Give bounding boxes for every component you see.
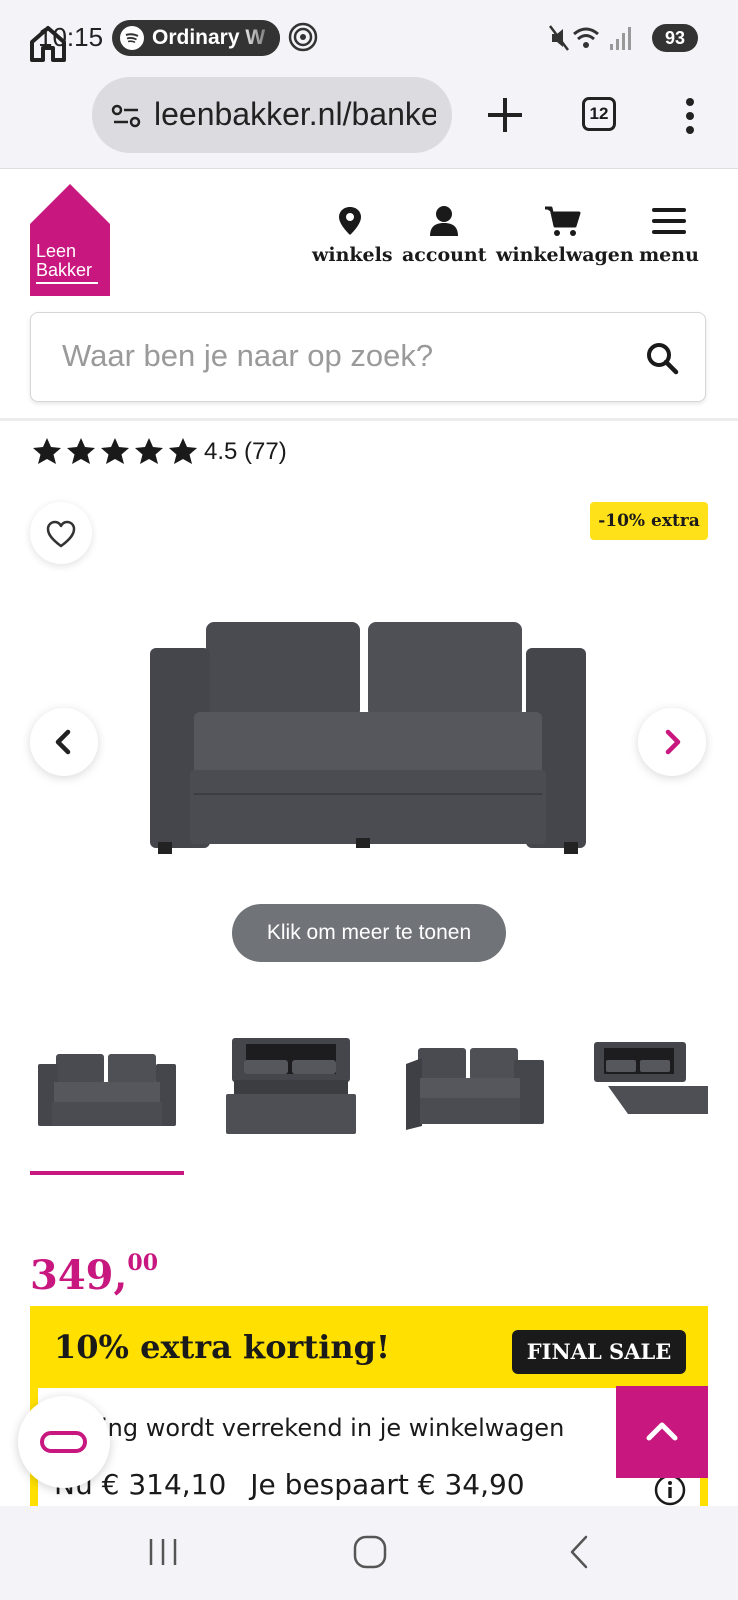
signal-icon (610, 27, 631, 50)
product-price: 349,00 (30, 1250, 159, 1299)
header-divider (0, 418, 738, 421)
recent-apps-icon[interactable] (146, 1536, 180, 1568)
gallery-prev-button[interactable] (30, 708, 98, 776)
new-tab-icon[interactable] (482, 92, 528, 138)
discount-badge: -10% extra (590, 502, 708, 540)
promo-now-price-line: Nu € 314,10Je bespaart € 34,90 (54, 1468, 525, 1501)
cart-icon (545, 206, 581, 236)
show-more-button[interactable]: Klik om meer te tonen (232, 904, 506, 962)
nav-label-menu: menu (639, 244, 699, 266)
nfc-icon (288, 22, 318, 52)
compare-button[interactable] (18, 1396, 110, 1488)
tab-switcher-button[interactable]: 12 (582, 97, 616, 131)
battery-indicator: 93 (652, 24, 698, 52)
logo-text-line1: Leen (36, 241, 77, 261)
heart-icon (46, 520, 76, 548)
link-icon (40, 1431, 87, 1453)
back-icon[interactable] (566, 1534, 592, 1570)
logo-text-line2: Bakker (36, 260, 93, 280)
mute-icon (549, 25, 569, 51)
gallery-next-button[interactable] (638, 708, 706, 776)
final-sale-label: FINAL SALE (512, 1330, 686, 1374)
more-options-icon[interactable] (680, 96, 700, 136)
wifi-icon (573, 27, 599, 48)
hamburger-icon (652, 208, 686, 234)
nav-winkels[interactable]: winkels (312, 204, 393, 274)
home-icon[interactable] (24, 20, 72, 68)
media-notification-pill[interactable]: Ordinary W (112, 20, 280, 56)
product-image-sofa[interactable] (150, 614, 586, 862)
leen-bakker-logo[interactable]: Leen Bakker (30, 184, 110, 296)
info-icon[interactable] (654, 1474, 686, 1506)
home-nav-icon[interactable] (352, 1534, 388, 1570)
chevron-right-icon (665, 729, 681, 755)
price-cents: 00 (127, 1250, 159, 1276)
nav-winkelwagen[interactable]: winkelwagen (496, 204, 634, 274)
user-icon (430, 206, 458, 236)
thumbnail-2[interactable] (222, 1030, 360, 1140)
active-thumbnail-indicator (30, 1171, 184, 1175)
thumbnail-3[interactable] (404, 1030, 548, 1140)
promo-title: 10% extra korting! (54, 1328, 391, 1366)
nav-label-account: account (402, 244, 487, 266)
savings-text: Je bespaart € 34,90 (250, 1468, 525, 1501)
favorite-button[interactable] (30, 502, 92, 564)
scroll-to-top-button[interactable] (616, 1386, 708, 1478)
location-pin-icon (339, 207, 361, 235)
promo-discount-note: korting wordt verrekend in je winkelwage… (54, 1414, 565, 1442)
site-settings-icon[interactable] (110, 102, 142, 130)
nav-account[interactable]: account (402, 204, 487, 274)
nav-label-winkelwagen: winkelwagen (496, 244, 634, 266)
system-navigation-bar (0, 1506, 738, 1600)
search-icon[interactable] (644, 340, 680, 376)
spotify-icon (120, 26, 144, 50)
nav-label-winkels: winkels (312, 244, 393, 266)
nav-menu[interactable]: menu (638, 204, 700, 274)
price-main: 349, (30, 1252, 128, 1299)
thumbnail-4[interactable] (594, 1030, 708, 1140)
thumbnail-1[interactable] (36, 1030, 178, 1140)
chevron-up-icon (646, 1422, 678, 1441)
search-placeholder: Waar ben je naar op zoek? (62, 338, 434, 373)
chevron-left-icon (55, 729, 71, 755)
url-text[interactable]: leenbakker.nl/banken (154, 96, 436, 136)
star-rating[interactable] (32, 436, 202, 468)
now-price: € 314,10 (101, 1468, 227, 1501)
rating-text[interactable]: 4.5 (77) (204, 438, 287, 466)
